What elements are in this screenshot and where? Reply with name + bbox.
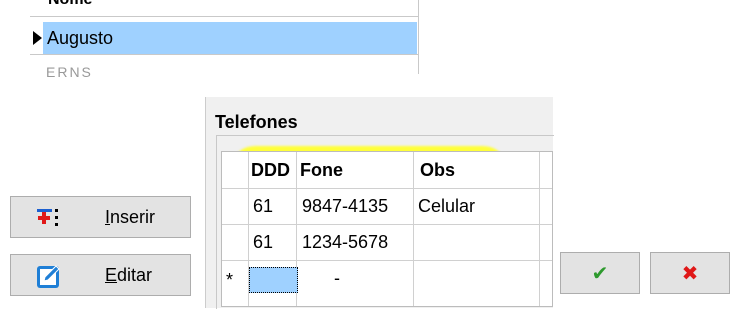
- row-indicator: [30, 22, 42, 54]
- names-grid-header-label: Nome: [48, 0, 92, 9]
- names-grid-cell-text: Augusto: [47, 28, 114, 48]
- edit-button[interactable]: Editar: [10, 254, 191, 296]
- cell-ddd[interactable]: 61: [253, 232, 273, 253]
- names-grid-row-next-text: ERNS: [46, 64, 93, 80]
- close-icon: ✖: [681, 263, 699, 285]
- names-grid[interactable]: Nome Augusto ERNS: [30, 0, 419, 80]
- phones-grid-header: DDD Fone Obs: [222, 152, 552, 189]
- new-row-ddd-input[interactable]: [249, 267, 298, 293]
- phones-grid[interactable]: DDD Fone Obs 61 9847-4135 Celular 61 123…: [221, 151, 553, 307]
- cell-fone[interactable]: 1234-5678: [302, 232, 388, 253]
- new-row-fone-mask[interactable]: -: [334, 268, 340, 289]
- new-row-marker: *: [226, 270, 234, 290]
- cancel-button[interactable]: ✖: [650, 252, 730, 294]
- table-row[interactable]: 61 1234-5678: [222, 225, 552, 261]
- cell-ddd[interactable]: 61: [253, 196, 273, 217]
- cell-fone[interactable]: 9847-4135: [302, 196, 388, 217]
- header-obs[interactable]: Obs: [420, 160, 455, 181]
- phones-panel: Telefones DDD Fone Obs 61 9847-4135 Celu…: [205, 97, 554, 309]
- edit-pencil-icon: [37, 265, 60, 288]
- insert-row-icon: [37, 209, 58, 226]
- names-grid-row-selected[interactable]: Augusto: [30, 22, 418, 55]
- new-row[interactable]: * -: [222, 261, 552, 296]
- names-grid-cell-name[interactable]: Augusto: [43, 22, 417, 54]
- check-icon: ✔: [591, 263, 609, 285]
- insert-button-label: Inserir: [105, 207, 156, 227]
- confirm-button[interactable]: ✔: [560, 252, 640, 294]
- header-ddd[interactable]: DDD: [251, 160, 290, 181]
- names-grid-row-next[interactable]: ERNS: [30, 56, 418, 80]
- table-row[interactable]: 61 9847-4135 Celular: [222, 189, 552, 225]
- edit-button-label: Editar: [105, 265, 153, 285]
- cell-obs[interactable]: Celular: [418, 196, 475, 217]
- current-row-arrow-icon: [33, 31, 42, 45]
- phones-title: Telefones: [215, 112, 298, 132]
- names-grid-header: Nome: [30, 0, 418, 17]
- insert-button[interactable]: Inserir: [10, 196, 191, 238]
- header-fone[interactable]: Fone: [300, 160, 343, 181]
